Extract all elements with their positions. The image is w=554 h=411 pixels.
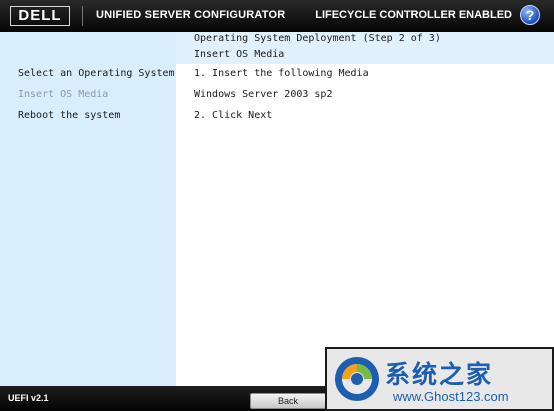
back-button[interactable]: Back: [250, 393, 326, 409]
help-icon[interactable]: ?: [520, 5, 540, 25]
watermark-logo-icon: [335, 357, 379, 401]
sidebar-item-select-os[interactable]: Select an Operating System: [18, 68, 175, 79]
watermark-text: 系统之家: [385, 360, 494, 389]
watermark-url: www.Ghost123.com: [393, 389, 509, 404]
lifecycle-status-title: LIFECYCLE CONTROLLER ENABLED: [315, 9, 512, 21]
step-title: Operating System Deployment (Step 2 of 3…: [194, 33, 441, 44]
top-header-bar: DELL UNIFIED SERVER CONFIGURATOR LIFECYC…: [0, 0, 554, 32]
sidebar-item-insert-os-media[interactable]: Insert OS Media: [18, 89, 108, 100]
product-title: UNIFIED SERVER CONFIGURATOR: [96, 9, 286, 21]
step-subtitle: Insert OS Media: [194, 49, 285, 60]
sidebar-item-reboot-system[interactable]: Reboot the system: [18, 110, 120, 121]
media-name: Windows Server 2003 sp2: [194, 89, 333, 100]
header-divider: [82, 6, 83, 26]
instruction-click-next: 2. Click Next: [194, 110, 273, 121]
site-watermark: 系统之家 www.Ghost123.com: [325, 347, 554, 411]
wizard-steps-sidebar: Select an Operating System Insert OS Med…: [0, 32, 176, 386]
main-content-panel: Operating System Deployment (Step 2 of 3…: [176, 32, 554, 386]
dell-logo: DELL: [10, 6, 70, 26]
uefi-version: UEFI v2.1: [8, 393, 49, 403]
instruction-insert-media: 1. Insert the following Media: [194, 68, 369, 79]
